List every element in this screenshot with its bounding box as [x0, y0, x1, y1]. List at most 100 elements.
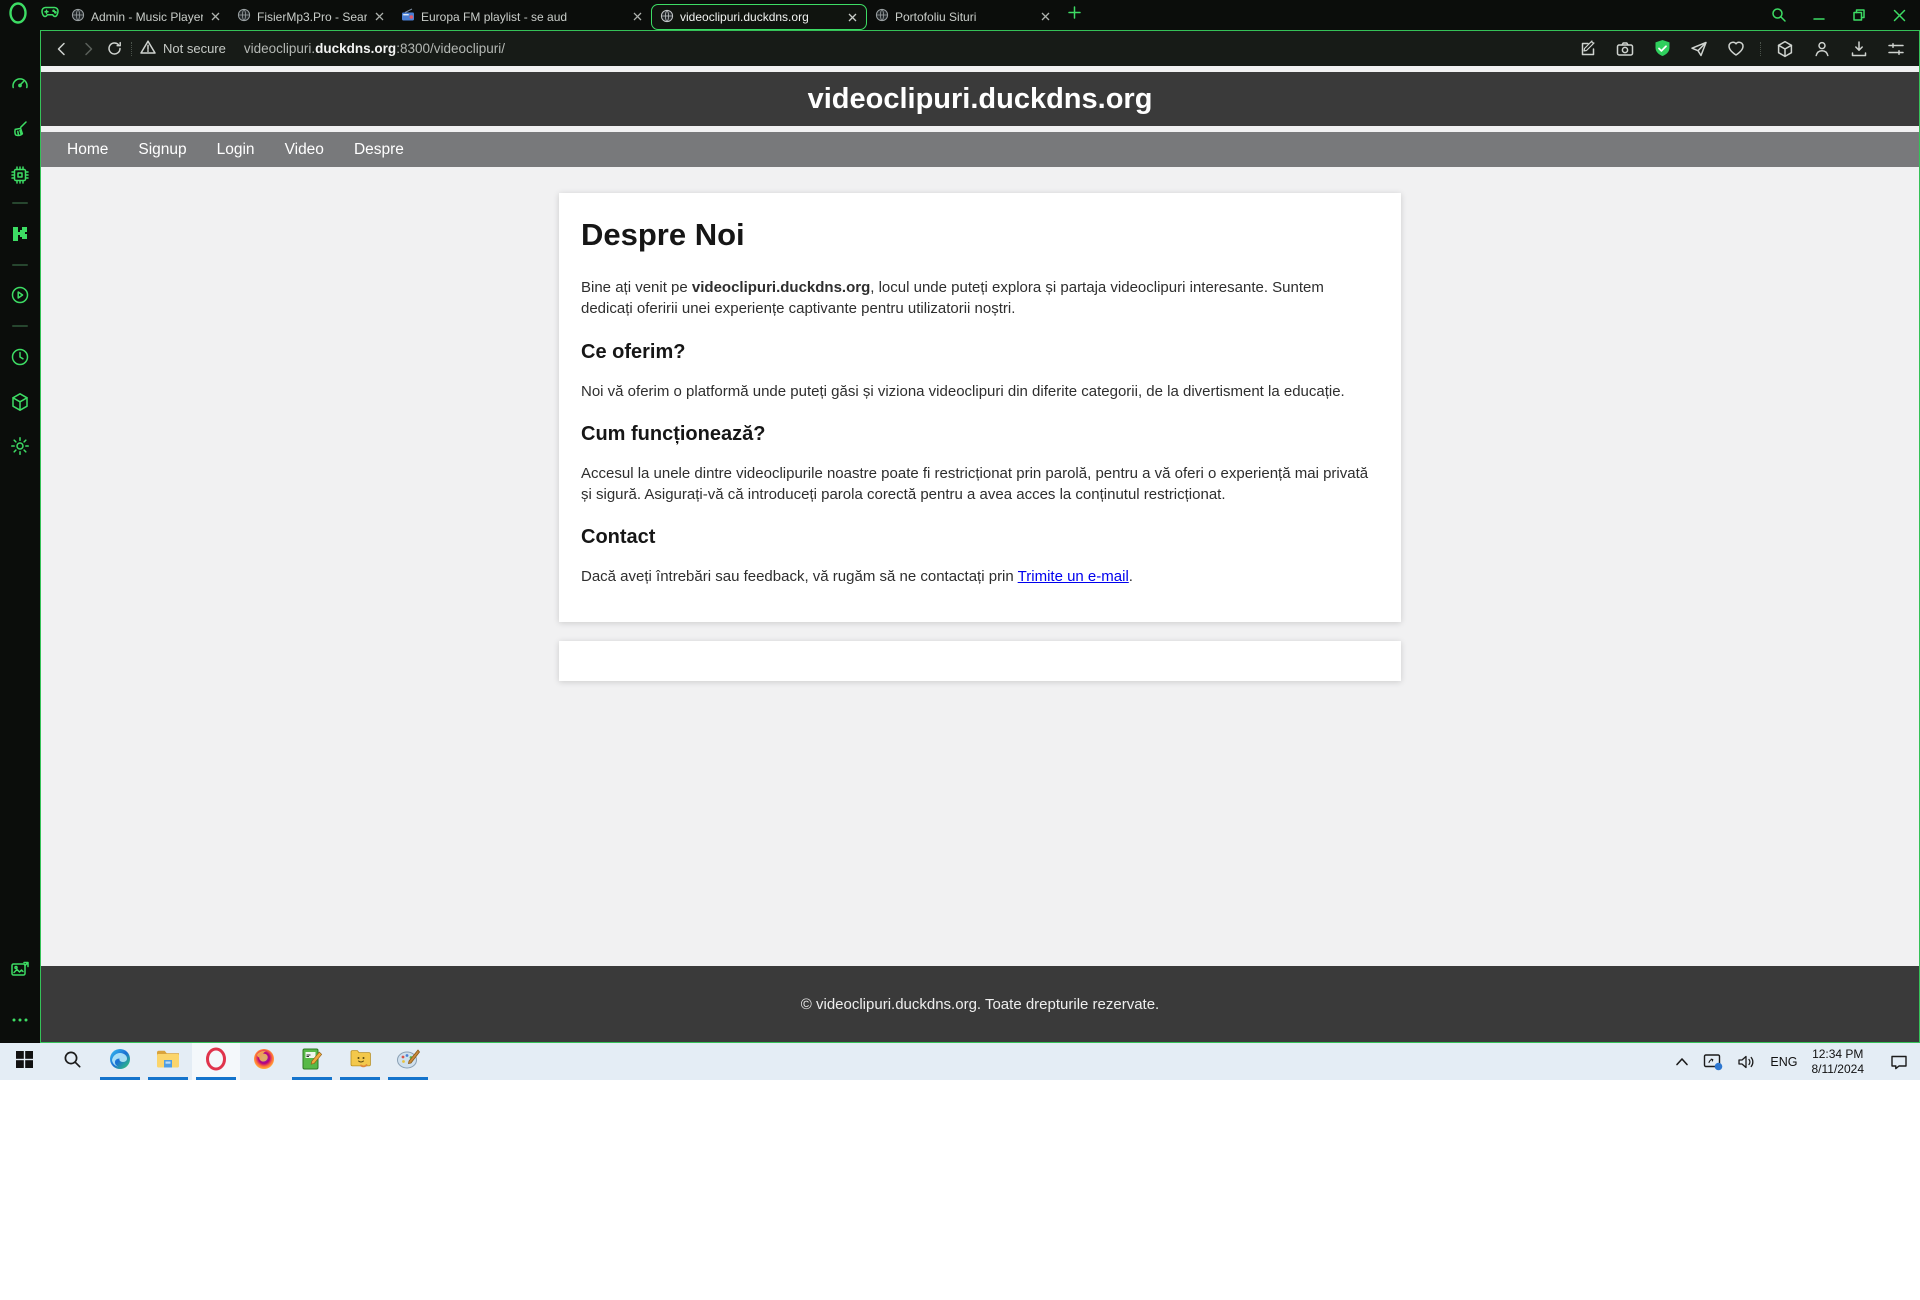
- nav-link-despre[interactable]: Despre: [354, 141, 404, 159]
- browser-tab[interactable]: Europa FM playlist - se aud: [393, 3, 651, 30]
- running-indicator: [340, 1077, 380, 1080]
- gx-control-chip-icon[interactable]: [8, 163, 32, 187]
- section-body-functioneaza: Accesul la unele dintre videoclipurile n…: [581, 464, 1369, 504]
- flow-paper-plane-icon[interactable]: [1686, 36, 1712, 62]
- extensions-cube-icon[interactable]: [8, 390, 32, 414]
- gamepad-icon: [40, 6, 59, 25]
- tab-title: FisierMp3.Pro - Search: [257, 9, 367, 24]
- warning-triangle-icon: [140, 40, 156, 57]
- tab-title: Admin - Music Player: [91, 9, 203, 24]
- about-heading: Despre Noi: [581, 217, 745, 252]
- window-controls: [1770, 6, 1920, 24]
- close-button[interactable]: [1890, 6, 1908, 24]
- sidebar-separator: [12, 264, 28, 266]
- gx-control-gauge-icon[interactable]: [8, 72, 32, 96]
- history-clock-icon[interactable]: [8, 345, 32, 369]
- tab-close-icon[interactable]: [207, 9, 223, 25]
- file-explorer-icon: [156, 1049, 180, 1074]
- tab-title: videoclipuri.duckdns.org: [680, 10, 809, 24]
- running-indicator: [148, 1077, 188, 1080]
- address-bar: Not secure videoclipuri.duckdns.org:8300…: [41, 31, 1919, 66]
- player-icon[interactable]: [8, 283, 32, 307]
- hidden-icons-chevron[interactable]: [1675, 1057, 1689, 1066]
- forward-button[interactable]: [75, 36, 101, 62]
- restore-button[interactable]: [1850, 6, 1868, 24]
- new-tab-button[interactable]: [1059, 0, 1089, 30]
- taskbar-explorer-button[interactable]: [144, 1043, 192, 1080]
- footer-text: © videoclipuri.duckdns.org. Toate dreptu…: [800, 995, 1160, 1013]
- taskbar-search-button[interactable]: [48, 1043, 96, 1080]
- empty-card: [559, 641, 1401, 681]
- url-text[interactable]: videoclipuri.duckdns.org:8300/videoclipu…: [244, 41, 505, 56]
- screen: Admin - Music Player FisierMp3.Pro - Sea…: [0, 0, 1920, 1300]
- bookmark-heart-icon[interactable]: [1723, 36, 1749, 62]
- nav-link-signup[interactable]: Signup: [138, 141, 186, 159]
- window-search-button[interactable]: [1770, 6, 1788, 24]
- tab-title: Portofoliu Situri: [895, 9, 977, 24]
- taskbar-edge-button[interactable]: [96, 1043, 144, 1080]
- settings-gear-icon[interactable]: [8, 434, 32, 458]
- sidebar-separator: [12, 202, 28, 204]
- globe-favicon-icon: [71, 8, 85, 25]
- site-title: videoclipuri.duckdns.org: [807, 82, 1153, 115]
- email-link[interactable]: Trimite un e-mail: [1018, 568, 1129, 585]
- taskbar-paint-app-button[interactable]: [384, 1043, 432, 1080]
- browser-tab-active[interactable]: videoclipuri.duckdns.org: [651, 4, 867, 30]
- minimize-button[interactable]: [1810, 6, 1828, 24]
- running-indicator: [100, 1077, 140, 1080]
- downloads-icon[interactable]: [1846, 36, 1872, 62]
- taskbar-opera-button-active[interactable]: [192, 1043, 240, 1080]
- sidebar-setup-dots-icon[interactable]: [8, 1008, 32, 1032]
- language-indicator[interactable]: ENG: [1770, 1055, 1797, 1069]
- page-edit-icon[interactable]: [1575, 36, 1601, 62]
- tab-strip: Admin - Music Player FisierMp3.Pro - Sea…: [0, 0, 1920, 30]
- section-title-functioneaza: Cum funcționează?: [581, 422, 766, 445]
- taskbar-folder-smiley-app-button[interactable]: [336, 1043, 384, 1080]
- profile-person-icon[interactable]: [1809, 36, 1835, 62]
- kick-icon[interactable]: [8, 222, 32, 246]
- editor-app-icon: [301, 1047, 323, 1076]
- browser-tab[interactable]: Portofoliu Situri: [867, 3, 1059, 30]
- section-body-oferim: Noi vă oferim o platformă unde puteți gă…: [581, 382, 1345, 400]
- nav-link-home[interactable]: Home: [67, 141, 108, 159]
- easy-setup-sliders-icon[interactable]: [1883, 36, 1909, 62]
- running-indicator: [292, 1077, 332, 1080]
- reload-button[interactable]: [101, 36, 127, 62]
- browser-tab[interactable]: Admin - Music Player: [63, 3, 229, 30]
- browser-tab[interactable]: FisierMp3.Pro - Search: [229, 3, 393, 30]
- site-security[interactable]: Not secure: [140, 40, 226, 57]
- plus-icon: [1067, 6, 1081, 24]
- wallet-cube-icon[interactable]: [1772, 36, 1798, 62]
- back-button[interactable]: [49, 36, 75, 62]
- system-tray: ENG 12:34 PM 8/11/2024: [1675, 1043, 1920, 1080]
- adblock-shield-icon[interactable]: [1649, 36, 1675, 62]
- opera-menu-button[interactable]: [0, 0, 36, 30]
- radio-favicon-icon: [401, 8, 415, 25]
- folder-smiley-app-icon: [348, 1047, 372, 1076]
- taskbar-editor-app-button[interactable]: [288, 1043, 336, 1080]
- web-page: videoclipuri.duckdns.org Home Signup Log…: [41, 66, 1919, 1042]
- snapshot-camera-icon[interactable]: [1612, 36, 1638, 62]
- tab-close-icon[interactable]: [1037, 9, 1053, 25]
- wallpaper-shuffle-icon[interactable]: [8, 958, 32, 982]
- action-center-icon[interactable]: [1878, 1054, 1908, 1070]
- volume-icon[interactable]: [1737, 1054, 1756, 1070]
- gx-corner-button[interactable]: [36, 0, 63, 30]
- screen-share-icon[interactable]: [1703, 1053, 1723, 1071]
- globe-favicon-icon: [875, 8, 889, 25]
- search-icon: [63, 1050, 82, 1074]
- tab-close-icon[interactable]: [371, 9, 387, 25]
- security-label: Not secure: [163, 41, 226, 56]
- tray-date: 8/11/2024: [1811, 1061, 1865, 1076]
- taskbar-firefox-button[interactable]: [240, 1043, 288, 1080]
- start-button[interactable]: [0, 1043, 48, 1080]
- about-card: Despre Noi Bine ați venit pe videoclipur…: [559, 193, 1401, 622]
- nav-link-video[interactable]: Video: [285, 141, 324, 159]
- nav-link-login[interactable]: Login: [217, 141, 255, 159]
- clock[interactable]: 12:34 PM 8/11/2024: [1812, 1047, 1865, 1077]
- tab-close-icon[interactable]: [629, 9, 645, 25]
- tabs: Admin - Music Player FisierMp3.Pro - Sea…: [63, 0, 1059, 30]
- tab-close-icon[interactable]: [844, 9, 860, 25]
- gx-cleaner-broom-icon[interactable]: [8, 118, 32, 142]
- edge-browser-icon: [108, 1047, 132, 1076]
